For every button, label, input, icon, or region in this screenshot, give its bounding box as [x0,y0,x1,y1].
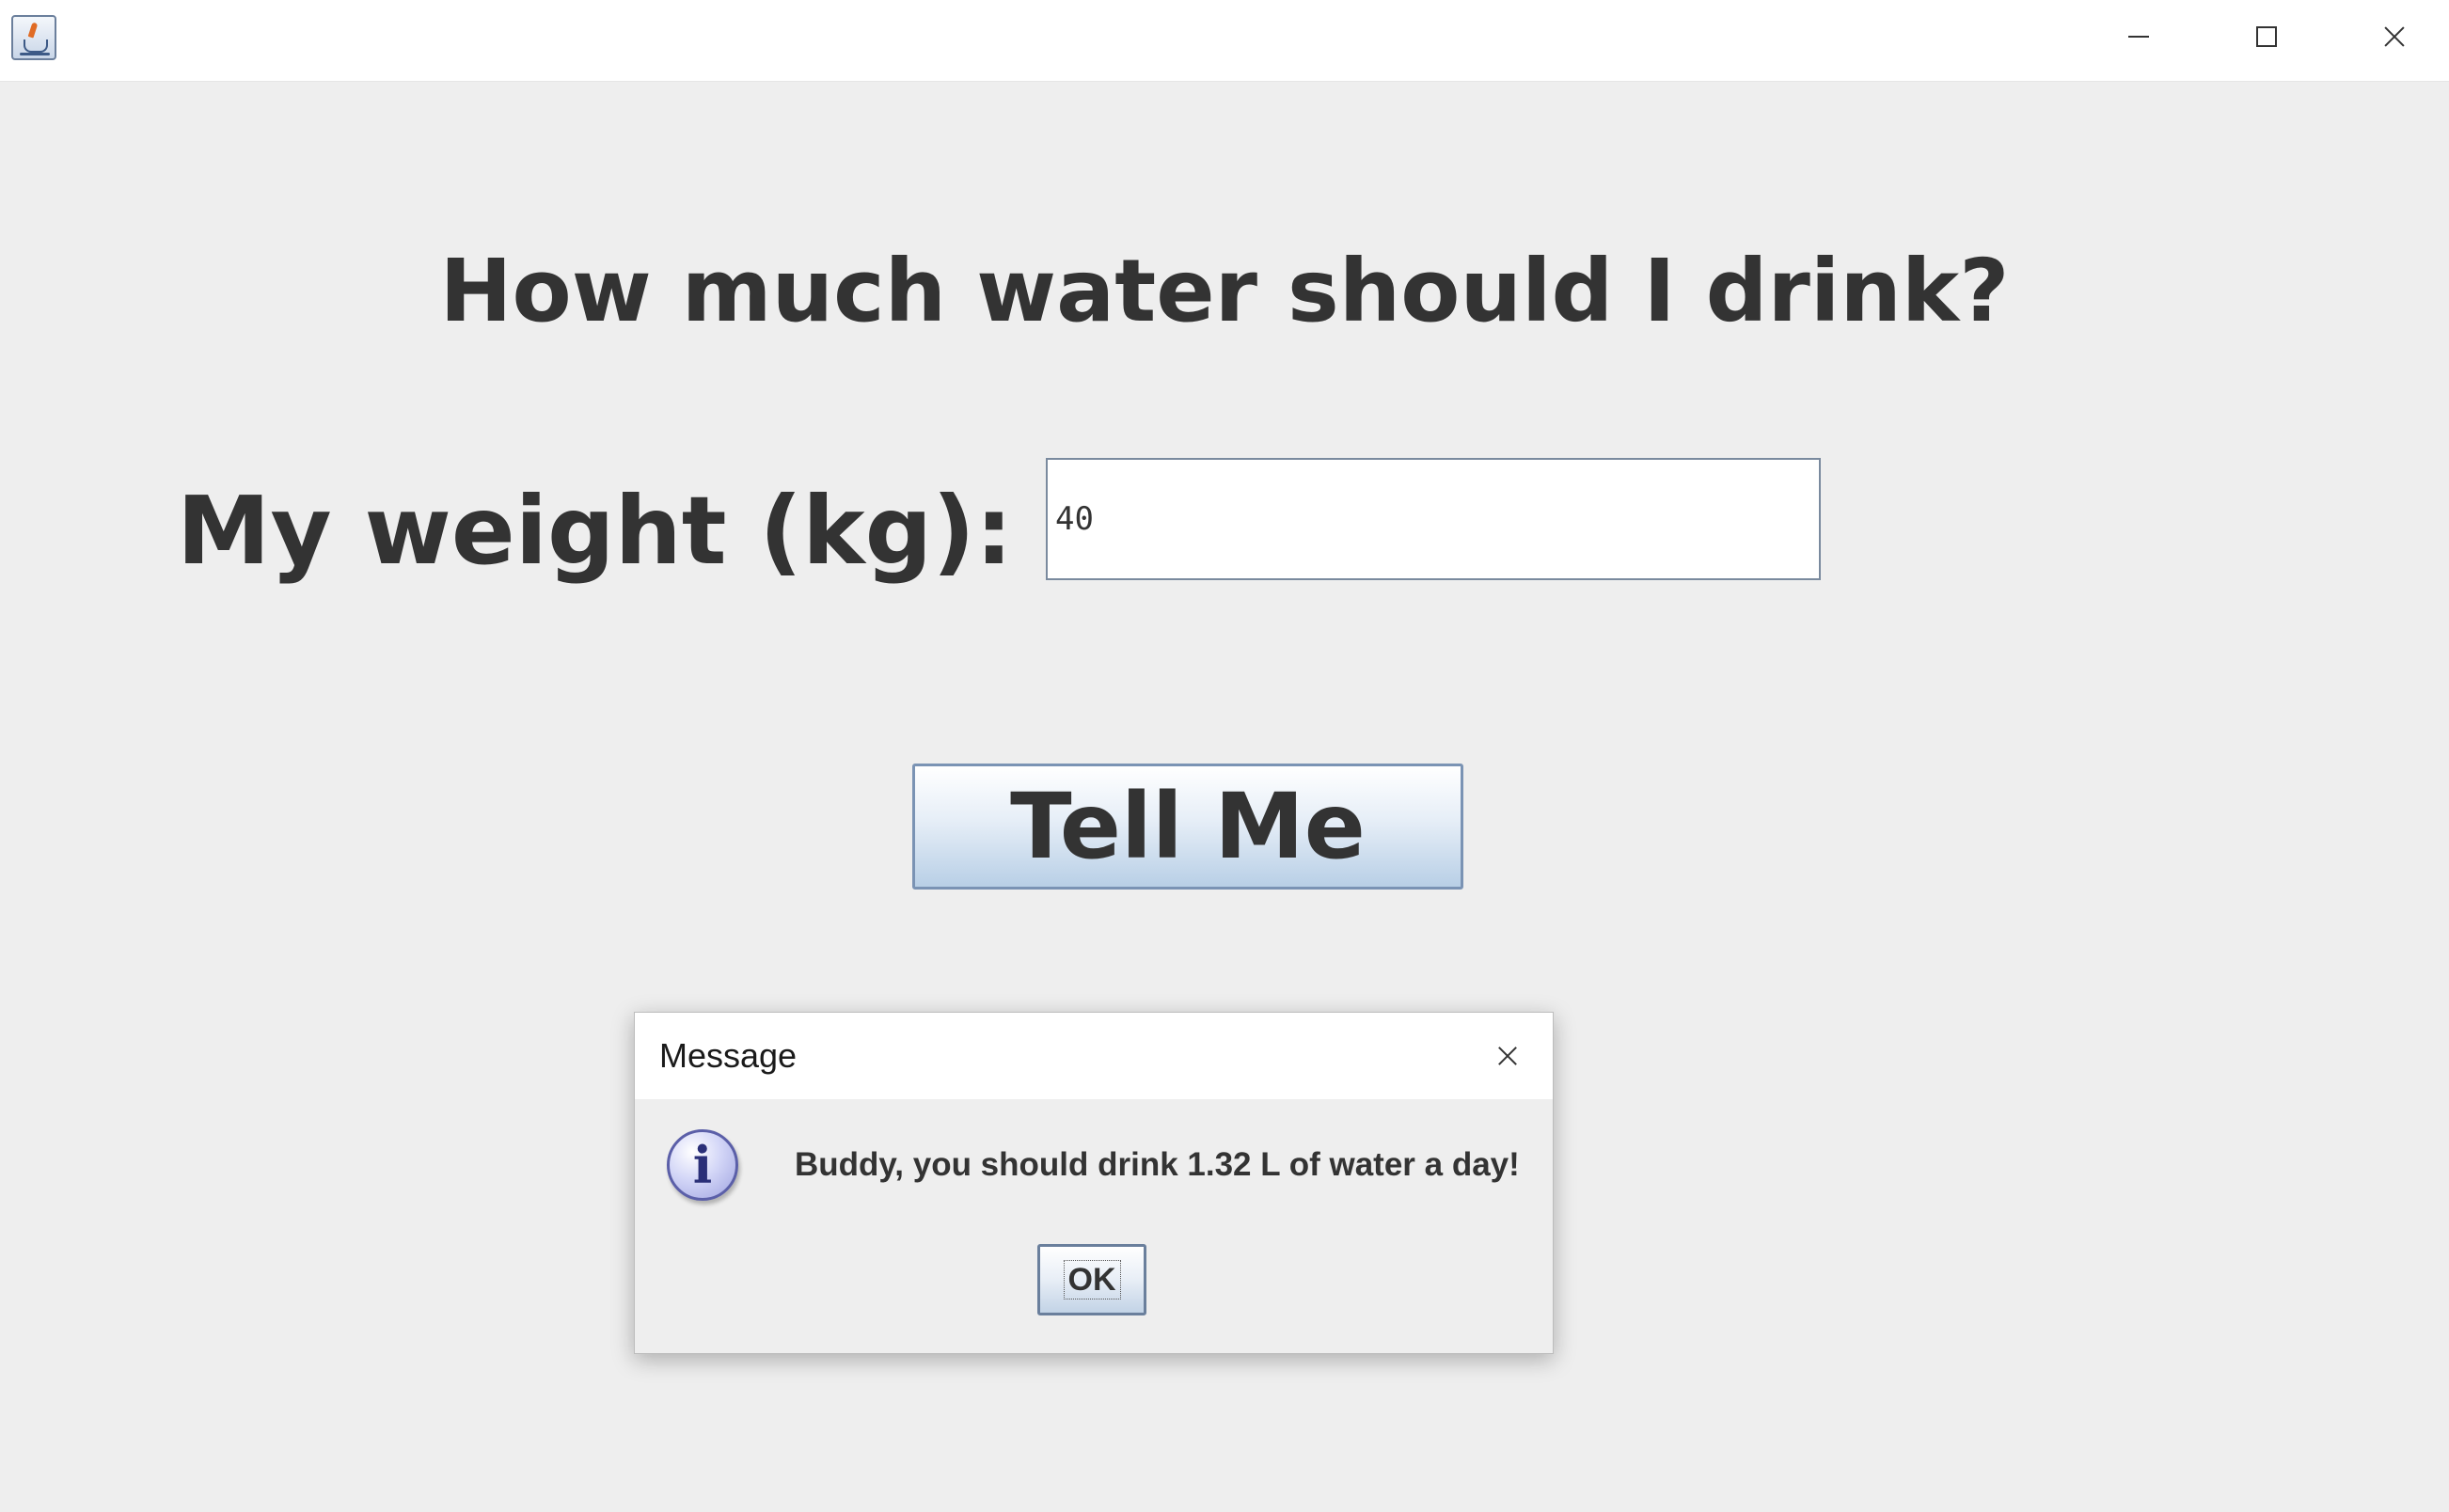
dialog-title: Message [659,1036,798,1075]
java-cup-icon [11,15,56,60]
close-icon [1497,1046,1518,1066]
dialog-title-bar: Message [635,1013,1553,1099]
page-title: How much water should I drink? [439,241,2010,341]
close-icon [2383,25,2406,48]
title-bar [0,0,2449,82]
message-dialog: Message i Buddy, you should drink 1.32 L… [634,1012,1554,1354]
maximize-button[interactable] [2203,0,2330,73]
dialog-message: Buddy, you should drink 1.32 L of water … [795,1146,1520,1183]
info-icon: i [667,1129,738,1201]
minimize-icon [2128,36,2149,38]
maximize-icon [2256,26,2277,47]
close-window-button[interactable] [2330,0,2449,73]
app-window: How much water should I drink? My weight… [0,0,2449,1512]
tell-me-button[interactable]: Tell Me [912,764,1463,890]
minimize-button[interactable] [2075,0,2203,73]
ok-button[interactable]: OK [1037,1244,1146,1315]
weight-label: My weight (kg): [177,476,1013,586]
dialog-close-button[interactable] [1479,1028,1536,1084]
weight-input[interactable] [1046,458,1821,580]
ok-button-label: OK [1063,1260,1121,1299]
